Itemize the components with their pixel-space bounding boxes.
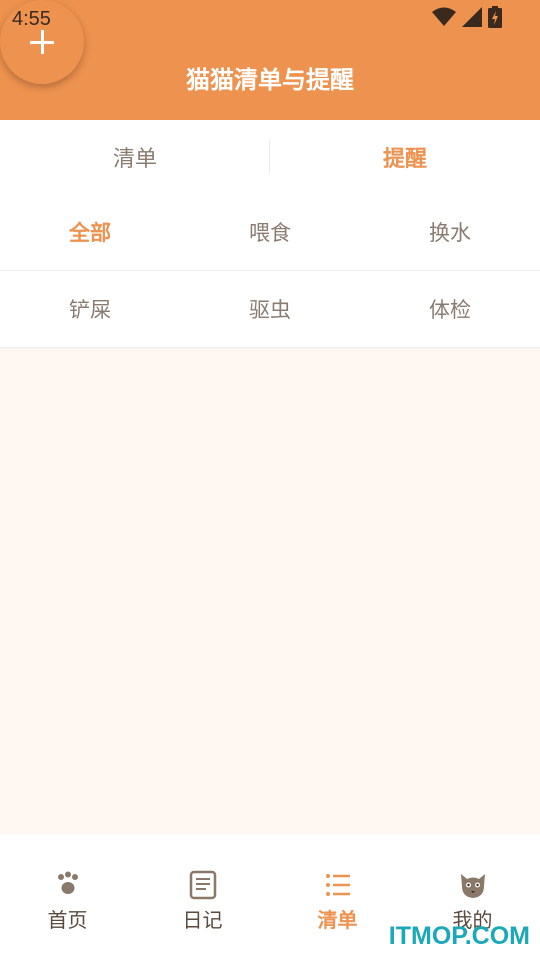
cell-signal-icon [462, 7, 482, 27]
wifi-icon [432, 7, 456, 26]
plus-icon [30, 30, 54, 54]
status-time: 4:55 [12, 8, 51, 30]
app-header: 4:55 猫猫清单与提醒 [0, 0, 540, 120]
list-icon [325, 874, 350, 896]
nav-list[interactable]: 清单 [270, 834, 405, 960]
tab-bar: 清单 提醒 [0, 120, 540, 194]
nav-list-label: 清单 [317, 910, 358, 932]
watermark: ITMOP.COM [388, 922, 530, 950]
nav-diary-label: 日记 [182, 910, 223, 932]
nav-home[interactable]: 首页 [0, 834, 135, 960]
notebook-icon [189, 870, 216, 900]
nav-home-label: 首页 [47, 910, 88, 932]
nav-diary[interactable]: 日记 [135, 834, 270, 960]
category-feeding[interactable]: 喂食 [180, 194, 360, 270]
page-title: 猫猫清单与提醒 [186, 67, 354, 94]
reminder-list-empty [0, 348, 540, 834]
paw-icon [57, 871, 78, 894]
status-icons [432, 6, 502, 28]
category-filter: 全部 喂食 换水 铲屎 驱虫 体检 [0, 194, 540, 348]
category-row: 铲屎 驱虫 体检 [0, 271, 540, 348]
category-all[interactable]: 全部 [0, 194, 180, 270]
tab-reminder[interactable]: 提醒 [270, 120, 540, 194]
tab-divider [269, 140, 270, 174]
category-litter[interactable]: 铲屎 [0, 271, 180, 347]
tab-list[interactable]: 清单 [0, 120, 270, 194]
category-checkup[interactable]: 体检 [360, 271, 540, 347]
category-row: 全部 喂食 换水 [0, 194, 540, 271]
battery-charging-icon [488, 6, 502, 28]
category-water[interactable]: 换水 [360, 194, 540, 270]
cat-face-icon [460, 874, 485, 898]
category-deworm[interactable]: 驱虫 [180, 271, 360, 347]
